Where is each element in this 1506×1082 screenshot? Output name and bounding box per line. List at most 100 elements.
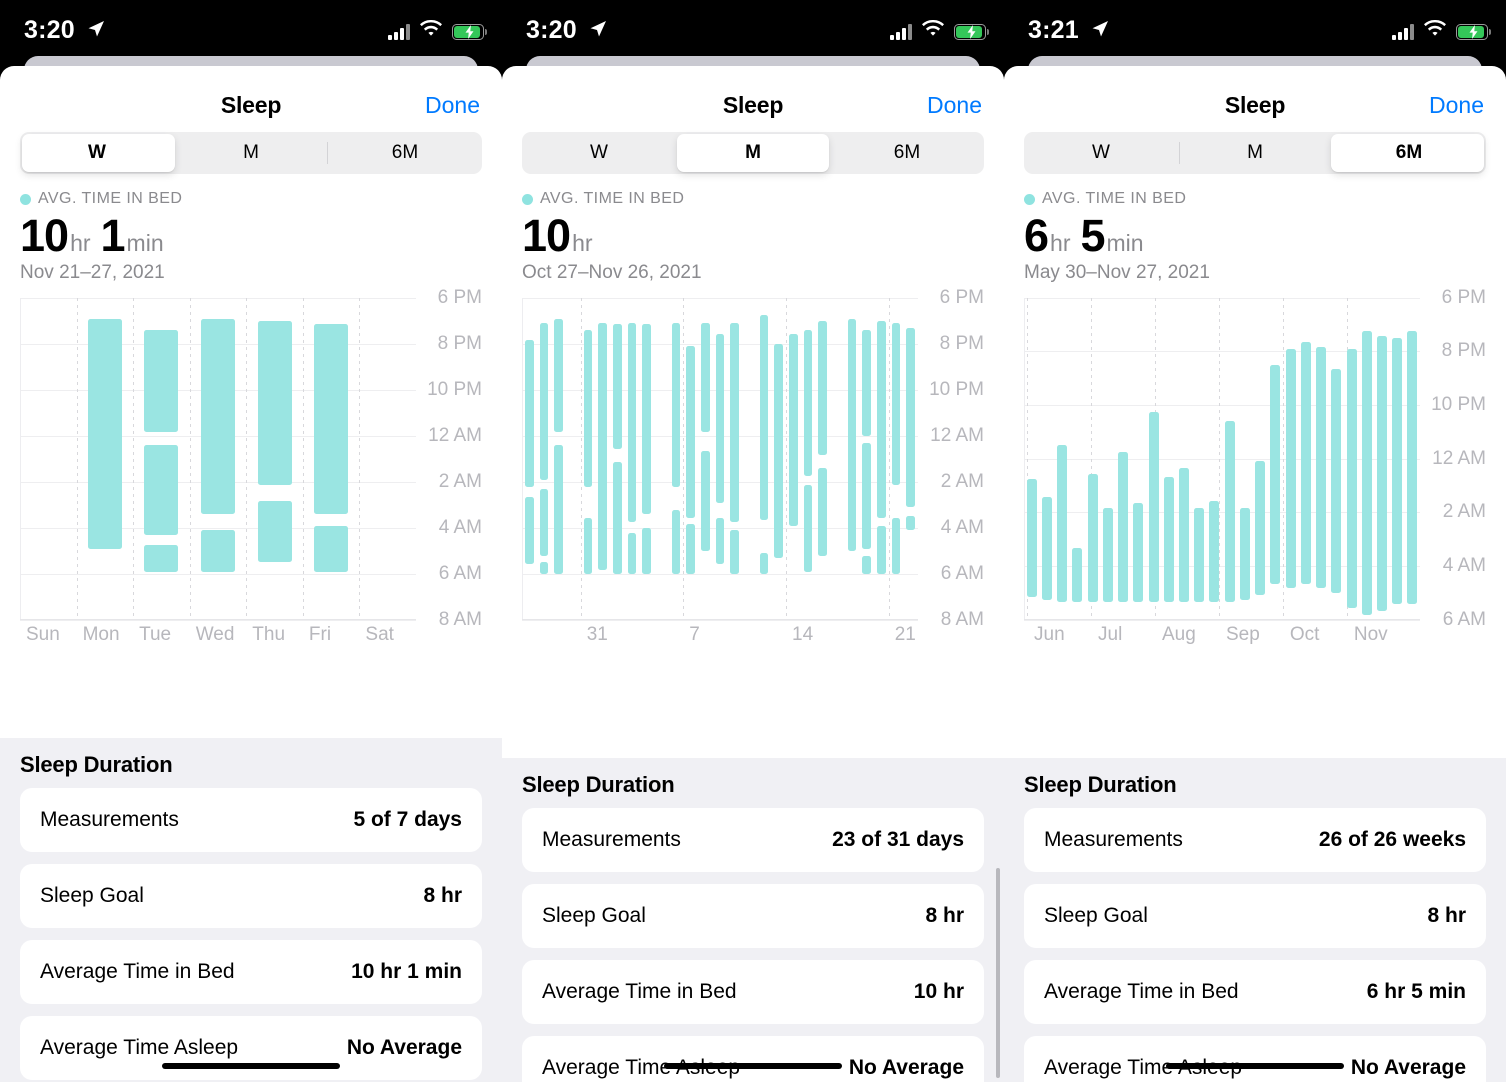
chart-x-axis: Sun Mon Tue Wed Thu Fri Sat [20,624,416,650]
chart-y-tick-label: 2 AM [438,470,482,492]
chart-bar [1148,411,1159,602]
list-item-label: Sleep Goal [542,904,646,927]
list-item[interactable]: Measurements 23 of 31 days [522,808,984,872]
status-indicators [1392,19,1491,43]
legend-label: AVG. TIME IN BED [540,190,685,207]
chart-bar [1133,503,1144,602]
chart-x-tick-label: Jun [1034,623,1065,645]
list-item[interactable]: Average Time in Bed 10 hr [522,960,984,1024]
chart-bar [1300,342,1311,584]
chart-legend: AVG. TIME IN BED [1024,190,1506,208]
list-item-label: Average Time in Bed [542,980,737,1003]
vertical-scrollbar[interactable] [996,868,1000,1078]
list-item-value: 8 hr [423,884,462,907]
range-segmented-control[interactable]: W M 6M [1024,132,1486,174]
chart-bar [1209,501,1220,602]
chart-x-tick-label: Sat [365,623,394,645]
list-item[interactable]: Average Time Asleep No Average [522,1036,984,1082]
list-item-label: Measurements [40,808,179,831]
status-indicators [890,19,989,43]
chart-bar [1285,349,1296,589]
list-item-label: Sleep Goal [1044,904,1148,927]
chart-bar [862,443,871,549]
chart-y-axis: 6 PM 8 PM 10 PM 12 AM 2 AM 4 AM 6 AM [1418,287,1496,630]
list-item[interactable]: Sleep Goal 8 hr [20,864,482,928]
chart-bar [583,330,593,488]
chart-bar [525,496,534,565]
chart-y-tick-label: 8 PM [437,332,482,354]
chart-axis-bottom [20,618,416,620]
location-arrow-icon [86,19,106,39]
chart-bar [1224,420,1235,602]
chart-bar [87,318,122,549]
list-item-label: Measurements [1044,828,1183,851]
segment-m[interactable]: M [1178,132,1332,174]
chart-bar [1376,335,1387,611]
chart-x-axis: 31 7 14 21 [522,624,918,650]
range-segmented-control[interactable]: W M 6M [20,132,482,174]
chart-gridline-h [1024,351,1420,353]
chart-y-tick-label: 4 AM [1442,554,1486,576]
segment-w[interactable]: W [522,132,676,174]
list-item[interactable]: Average Time in Bed 10 hr 1 min [20,940,482,1004]
list-item[interactable]: Sleep Goal 8 hr [1024,884,1486,948]
chart-bar [642,324,651,515]
segment-w[interactable]: W [1024,132,1178,174]
list-item[interactable]: Average Time in Bed 6 hr 5 min [1024,960,1486,1024]
chart-bar [891,518,901,574]
chart-gridline-v [683,297,685,620]
list-item[interactable]: Measurements 26 of 26 weeks [1024,808,1486,872]
list-item[interactable]: Average Time Asleep No Average [1024,1036,1486,1082]
chart-legend: AVG. TIME IN BED [20,190,502,208]
summary-value-hours: 6 [1024,210,1049,261]
segment-6m[interactable]: 6M [1332,132,1486,174]
list-item[interactable]: Measurements 5 of 7 days [20,788,482,852]
chart-gridline-v [189,297,191,620]
chart-bar [1087,474,1098,602]
list-item[interactable]: Sleep Goal 8 hr [522,884,984,948]
chart-bar [730,322,739,522]
chart-bar [1331,369,1342,593]
chart-bar [144,445,179,536]
chart-y-tick-label: 6 PM [437,286,482,308]
done-button[interactable]: Done [927,92,982,119]
list-item-value: 8 hr [925,904,964,927]
chart-bar [1163,476,1174,602]
status-bar: 3:20 [502,0,1004,62]
chart-y-tick-label: 8 AM [438,608,482,630]
chart-y-axis: 6 PM 8 PM 10 PM 12 AM 2 AM 4 AM 6 AM 8 AM [414,287,492,630]
segment-m[interactable]: M [174,132,328,174]
chart-gridline-v [1282,297,1284,620]
chart-axis-bottom [1024,618,1420,620]
segment-m[interactable]: M [676,132,830,174]
chart-bar [314,525,349,572]
chart-bar [715,334,725,503]
list-item-value: 6 hr 5 min [1366,980,1466,1003]
chart-y-tick-label: 6 PM [939,286,984,308]
chart-plot-area [20,297,416,621]
list-item[interactable]: Average Time Asleep No Average [20,1016,482,1080]
range-segmented-control[interactable]: W M 6M [522,132,984,174]
chart-bar [1407,331,1418,604]
done-button[interactable]: Done [425,92,480,119]
segment-w[interactable]: W [20,132,174,174]
sleep-chart: 6 PM 8 PM 10 PM 12 AM 2 AM 4 AM 6 AM 8 AM Sun Mon… [0,287,502,650]
list-item-value: No Average [1350,1056,1466,1079]
nav-bar: Sleep Done [0,66,502,132]
chart-bar [715,518,725,565]
legend-color-dot-icon [20,193,31,205]
chart-bar [1072,548,1083,602]
chart-x-tick-label: Fri [308,623,332,645]
chart-bar [1255,460,1266,596]
done-button[interactable]: Done [1429,92,1484,119]
chart-y-tick-label: 12 AM [428,424,482,446]
chart-y-tick-label: 6 AM [438,562,482,584]
phone-screen-3: 3:21 Sleep Done W M 6M AVG. TIME IN BED 6 hr 5 min… [1004,0,1506,1082]
segment-6m[interactable]: 6M [830,132,984,174]
date-range-label: Nov 21–27, 2021 [20,261,165,283]
home-indicator [1166,1063,1344,1069]
chart-bar [539,489,549,557]
cellular-signal-icon [890,23,912,40]
segment-6m[interactable]: 6M [328,132,482,174]
summary-unit-hours: hr [70,230,91,256]
